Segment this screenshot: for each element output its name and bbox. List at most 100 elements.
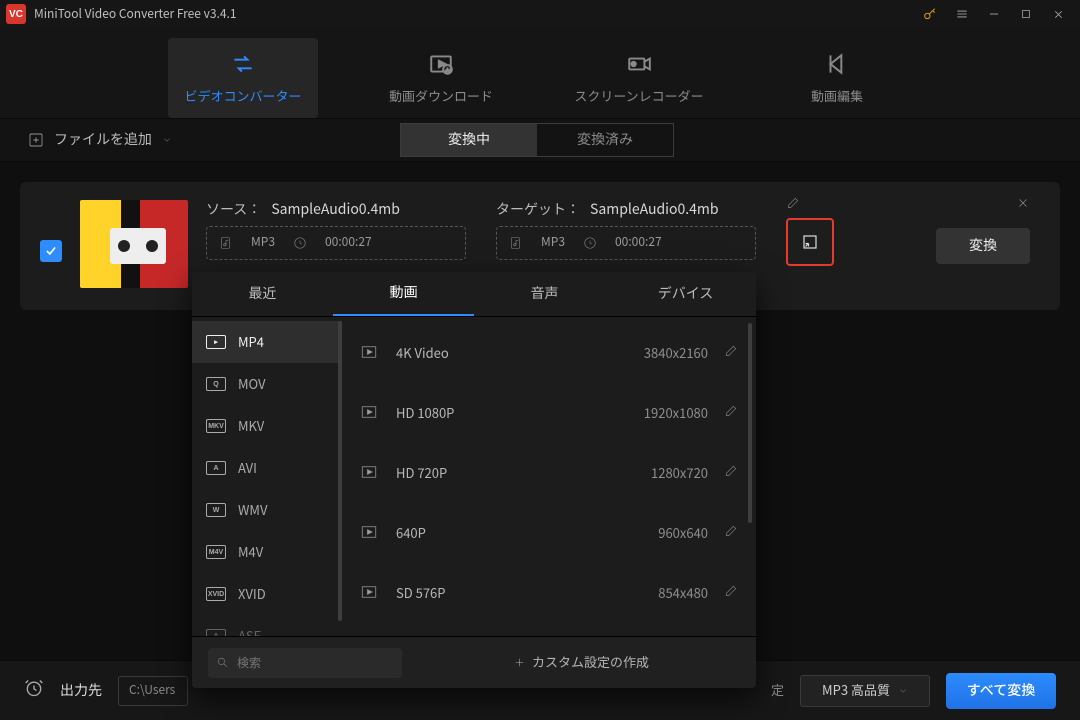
- add-files-button[interactable]: ファイルを追加: [28, 130, 172, 150]
- plus-icon: [513, 656, 526, 669]
- format-wmv[interactable]: WWMV: [192, 489, 342, 531]
- remove-job-icon[interactable]: [1016, 196, 1030, 214]
- segment-converted[interactable]: 変換済み: [537, 124, 673, 156]
- source-block: ソース： SampleAudio0.4mb MP3 00:00:27: [206, 200, 466, 260]
- format-m4v[interactable]: M4V M4V: [192, 531, 342, 573]
- window-minimize-icon[interactable]: [978, 0, 1010, 28]
- toolbar: ファイルを追加 変換中 変換済み: [0, 118, 1080, 162]
- preset-row[interactable]: HD 1080P 1920x1080: [342, 383, 756, 443]
- format-label: MOV: [238, 375, 266, 393]
- popup-tabs: 最近 動画 音声 デバイス: [192, 272, 756, 317]
- format-popup: 最近 動画 音声 デバイス ▸MP4 Q MOV MKVMKV AAVI WWMV…: [192, 272, 756, 688]
- create-custom-preset-label: カスタム設定の作成: [532, 653, 649, 671]
- format-label: XVID: [238, 585, 266, 603]
- window-close-icon[interactable]: [1042, 0, 1074, 28]
- preset-label: 640P: [396, 524, 602, 542]
- preset-label: HD 1080P: [396, 404, 602, 422]
- popup-tab-audio[interactable]: 音声: [474, 272, 615, 316]
- target-block: ターゲット： SampleAudio0.4mb MP3 00:00:27: [496, 200, 756, 260]
- app-title: MiniTool Video Converter Free v3.4.1: [34, 6, 237, 23]
- tab-record[interactable]: スクリーンレコーダー: [564, 38, 714, 118]
- source-codec: MP3: [251, 234, 275, 251]
- target-label: ターゲット：: [496, 200, 580, 220]
- preset-row[interactable]: 4K Video 3840x2160: [342, 323, 756, 383]
- tab-edit[interactable]: 動画編集: [762, 38, 912, 118]
- target-filename: SampleAudio0.4mb: [590, 200, 719, 220]
- convert-button[interactable]: 変換: [936, 228, 1030, 264]
- popup-footer: カスタム設定の作成: [192, 636, 756, 688]
- format-mp4[interactable]: ▸MP4: [192, 321, 342, 363]
- format-badge-icon: A: [206, 629, 226, 636]
- preset-resolution: 1280x720: [618, 464, 708, 482]
- job-thumbnail: [80, 200, 188, 288]
- preset-resolution: 854x480: [618, 584, 708, 602]
- tab-download[interactable]: 動画ダウンロード: [366, 38, 516, 118]
- source-filename: SampleAudio0.4mb: [271, 200, 400, 220]
- preset-label: HD 720P: [396, 464, 602, 482]
- target-format-button[interactable]: [786, 218, 834, 266]
- target-meta: MP3 00:00:27: [496, 226, 756, 260]
- preset-label: SD 576P: [396, 584, 602, 602]
- popup-tab-recent[interactable]: 最近: [192, 272, 333, 316]
- job-checkbox[interactable]: [40, 240, 62, 262]
- video-preset-icon: [360, 463, 380, 483]
- format-asf[interactable]: AASF: [192, 615, 342, 636]
- format-badge-icon: W: [206, 503, 226, 517]
- segment-converting[interactable]: 変換中: [401, 124, 537, 156]
- tab-converter-label: ビデオコンバーター: [184, 87, 301, 105]
- preset-settings-icon[interactable]: [724, 524, 738, 542]
- preset-settings-icon[interactable]: [724, 464, 738, 482]
- audio-file-icon: [219, 236, 233, 250]
- preset-resolution: 3840x2160: [618, 344, 708, 362]
- tab-converter[interactable]: ビデオコンバーター: [168, 38, 318, 118]
- format-avi[interactable]: AAVI: [192, 447, 342, 489]
- tab-download-label: 動画ダウンロード: [389, 87, 493, 105]
- preset-list[interactable]: 4K Video 3840x2160 HD 1080P 1920x1080 HD…: [342, 317, 756, 636]
- format-label: MKV: [238, 417, 264, 435]
- title-bar: VC MiniTool Video Converter Free v3.4.1: [0, 0, 1080, 28]
- preset-settings-icon[interactable]: [724, 584, 738, 602]
- convert-all-button[interactable]: すべて変換: [946, 673, 1056, 709]
- main-tabs: ビデオコンバーター 動画ダウンロード スクリーンレコーダー 動画編集: [0, 28, 1080, 118]
- output-path[interactable]: C:\Users: [118, 676, 188, 706]
- format-mov[interactable]: Q MOV: [192, 363, 342, 405]
- format-badge-icon: M4V: [206, 545, 226, 559]
- schedule-icon[interactable]: [24, 678, 44, 702]
- output-preset-dropdown[interactable]: MP3 高品質: [800, 675, 930, 707]
- search-icon: [216, 656, 229, 669]
- trailing-text: 定: [771, 681, 784, 699]
- clock-icon: [293, 236, 307, 250]
- video-preset-icon: [360, 343, 380, 363]
- format-search[interactable]: [208, 648, 402, 678]
- create-custom-preset[interactable]: カスタム設定の作成: [422, 653, 740, 671]
- source-duration: 00:00:27: [325, 234, 372, 251]
- format-label: M4V: [238, 543, 263, 561]
- tab-edit-label: 動画編集: [811, 87, 863, 105]
- window-maximize-icon[interactable]: [1010, 0, 1042, 28]
- format-badge-icon: Q: [206, 377, 226, 391]
- audio-file-icon: [509, 236, 523, 250]
- video-preset-icon: [360, 403, 380, 423]
- preset-row[interactable]: SD 576P 854x480: [342, 563, 756, 623]
- chevron-down-icon: [898, 686, 908, 696]
- chevron-down-icon[interactable]: [162, 135, 172, 145]
- menu-icon[interactable]: [946, 0, 978, 28]
- preset-label: 4K Video: [396, 344, 602, 362]
- popup-tab-video[interactable]: 動画: [333, 272, 474, 316]
- preset-settings-icon[interactable]: [724, 344, 738, 362]
- preset-row[interactable]: 640P 960x640: [342, 503, 756, 563]
- popup-tab-device[interactable]: デバイス: [615, 272, 756, 316]
- target-codec: MP3: [541, 234, 565, 251]
- format-xvid[interactable]: XVID XVID: [192, 573, 342, 615]
- edit-target-icon[interactable]: [786, 196, 800, 214]
- add-files-label: ファイルを追加: [54, 130, 152, 150]
- preset-settings-icon[interactable]: [724, 404, 738, 422]
- preset-row[interactable]: HD 720P 1280x720: [342, 443, 756, 503]
- preset-resolution: 960x640: [618, 524, 708, 542]
- license-key-icon[interactable]: [914, 0, 946, 28]
- format-search-input[interactable]: [235, 655, 394, 671]
- format-sidebar[interactable]: ▸MP4 QMOV MKVMKV AAVI WWMV M4VM4V XVIDXV…: [192, 317, 342, 636]
- format-badge-icon: XVID: [206, 587, 226, 601]
- format-mkv[interactable]: MKVMKV: [192, 405, 342, 447]
- output-preset-label: MP3 高品質: [822, 681, 890, 699]
